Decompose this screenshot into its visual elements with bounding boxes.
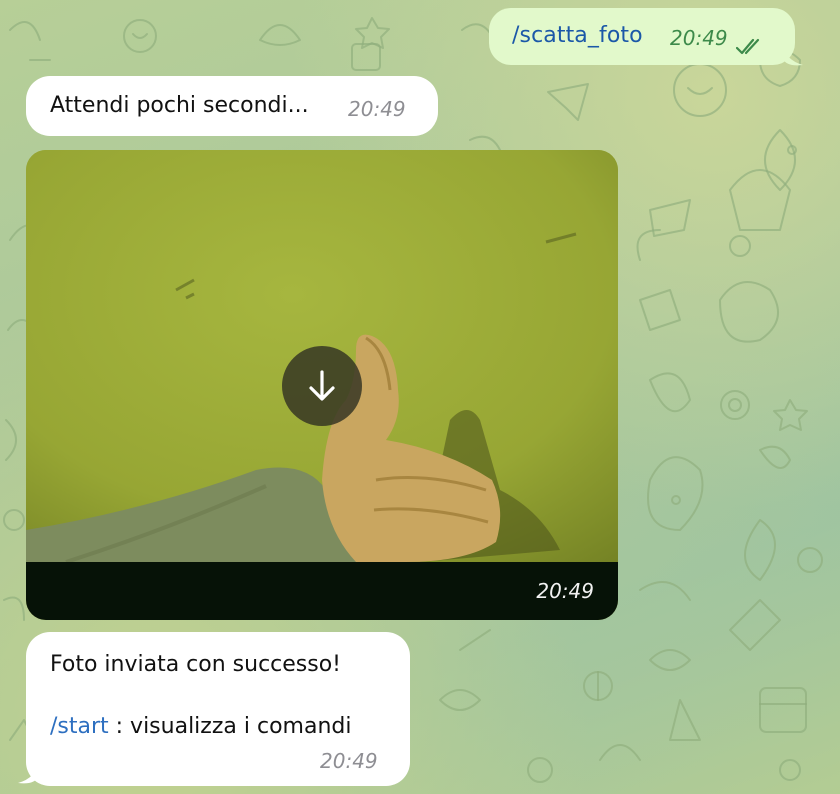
photo-time: 20:49 (536, 579, 594, 603)
outgoing-bubble-tail (783, 44, 803, 66)
start-command-link[interactable]: /start (50, 714, 109, 739)
message-text: Foto inviata con successo! (50, 652, 342, 677)
incoming-message-bubble[interactable]: Attendi pochi secondi... 20:49 (26, 76, 438, 136)
command-description: : visualizza i comandi (108, 714, 352, 739)
message-text: /scatta_foto (512, 23, 643, 48)
photo-message[interactable]: 20:49 (26, 150, 618, 620)
incoming-bubble-tail (18, 762, 38, 784)
message-time: 20:49 (348, 97, 406, 121)
message-text: Attendi pochi secondi... (50, 93, 309, 118)
message-command-line: /start : visualizza i comandi (50, 714, 351, 739)
double-check-icon (736, 38, 760, 55)
message-time: 20:49 (670, 26, 728, 50)
download-arrow-icon (309, 370, 335, 401)
message-time: 20:49 (320, 749, 378, 773)
photo-footer (26, 562, 618, 620)
download-button[interactable] (282, 346, 362, 426)
incoming-message-bubble[interactable]: Foto inviata con successo! /start : visu… (26, 632, 410, 786)
outgoing-message-bubble[interactable]: /scatta_foto 20:49 (489, 8, 795, 65)
